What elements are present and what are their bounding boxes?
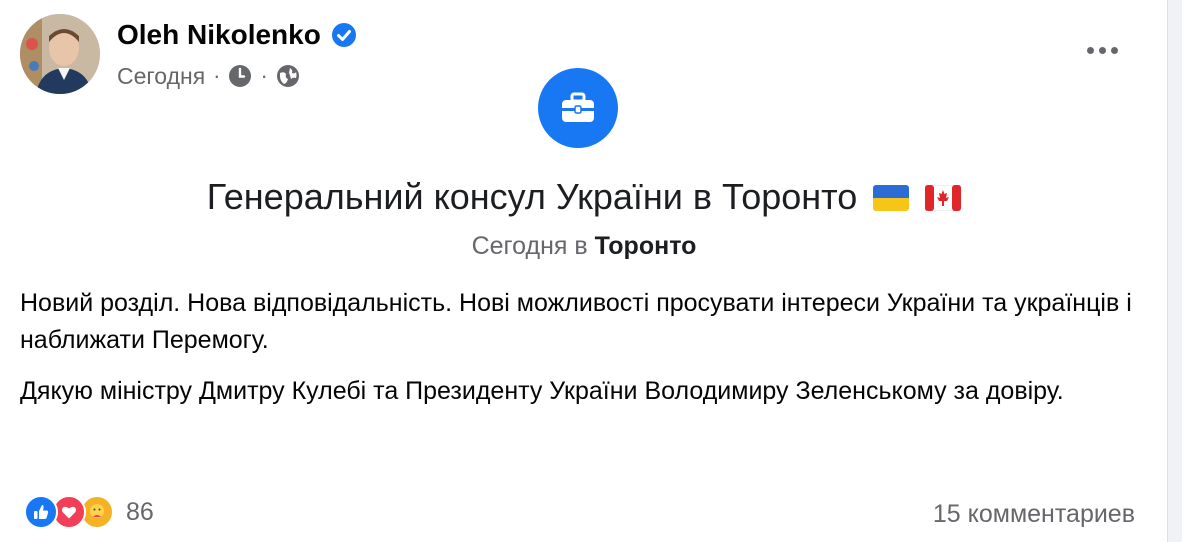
more-dot-icon xyxy=(1110,46,1118,54)
reactions-summary[interactable]: 86 xyxy=(24,495,154,529)
author-row: Oleh Nikolenko xyxy=(117,18,357,52)
event-subtitle: Сегодня в Торонто xyxy=(0,229,1168,263)
like-reaction-icon xyxy=(24,495,58,529)
post-paragraph: Дякую міністру Дмитру Кулебі та Президен… xyxy=(20,377,1064,405)
author-avatar[interactable] xyxy=(20,14,100,94)
meta-separator-2: · xyxy=(260,63,268,88)
comments-count-link[interactable]: 15 комментариев xyxy=(933,497,1135,531)
event-location-link[interactable]: Торонто xyxy=(595,232,697,260)
verified-badge-icon xyxy=(331,22,357,48)
globe-icon[interactable] xyxy=(276,64,300,88)
post-body: Новий розділ. Нова відповідальність. Нов… xyxy=(20,285,1140,424)
canada-flag-icon xyxy=(924,176,962,222)
event-date: Сегодня в xyxy=(471,232,588,260)
event-title-text: Генеральний консул України в Торонто xyxy=(206,176,858,217)
post-card: Oleh Nikolenko Сегодня · · Генеральний к… xyxy=(0,0,1168,542)
more-options-button[interactable] xyxy=(1082,36,1122,64)
briefcase-icon xyxy=(538,68,618,148)
post-paragraph: Новий розділ. Нова відповідальність. Нов… xyxy=(20,289,1132,354)
post-timestamp[interactable]: Сегодня xyxy=(117,60,205,92)
clock-icon xyxy=(228,64,252,88)
author-name[interactable]: Oleh Nikolenko xyxy=(117,18,321,52)
reaction-count: 86 xyxy=(126,498,154,526)
more-dot-icon xyxy=(1086,46,1094,54)
meta-separator: · xyxy=(213,63,221,88)
post-meta: Сегодня · · xyxy=(117,60,300,92)
event-title: Генеральний консул України в Торонто xyxy=(0,174,1168,222)
ukraine-flag-icon xyxy=(873,176,910,222)
more-dot-icon xyxy=(1098,46,1106,54)
